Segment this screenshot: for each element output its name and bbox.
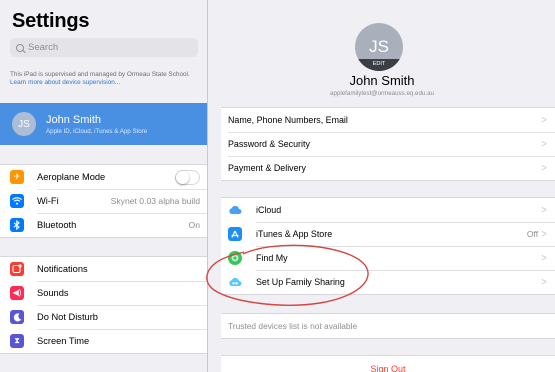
row-label: Password & Security [228, 139, 310, 149]
sidebar-item-screen-time[interactable]: ⧗ Screen Time [0, 329, 207, 353]
sidebar-item-notifications[interactable]: Notifications [0, 257, 207, 281]
account-name: John Smith [349, 73, 415, 88]
bluetooth-icon [10, 218, 24, 232]
sidebar-item-wifi[interactable]: Wi-Fi Skynet 0.03 alpha build [0, 189, 207, 213]
search-input[interactable]: Search [10, 38, 198, 57]
sidebar-item-label: Wi-Fi [37, 196, 59, 206]
trusted-devices-notice: Trusted devices list is not available [221, 313, 555, 339]
row-label: iCloud [256, 205, 282, 215]
search-icon [16, 43, 24, 52]
profile-subtitle: Apple ID, iCloud, iTunes & App Store [46, 127, 148, 135]
settings-sidebar: Settings Search This iPad is supervised … [0, 0, 208, 372]
wifi-network-value: Skynet 0.03 alpha build [110, 196, 200, 206]
sidebar-item-label: Bluetooth [37, 220, 77, 230]
moon-icon [10, 310, 24, 324]
chevron-right-icon: > [541, 228, 547, 240]
notifications-icon [10, 262, 24, 276]
cloud-icon [228, 203, 242, 217]
sidebar-item-bluetooth[interactable]: Bluetooth On [0, 213, 207, 237]
chevron-right-icon: > [541, 252, 547, 264]
account-email: applefamilytest@ormeauss.eq.edu.au [330, 90, 434, 97]
page-title: Settings [12, 10, 90, 32]
avatar: JS [12, 112, 36, 136]
hourglass-icon: ⧗ [10, 334, 24, 348]
sign-out-button[interactable]: Sign Out [221, 355, 555, 372]
row-label: Name, Phone Numbers, Email [228, 115, 348, 125]
edit-photo-label: EDIT [355, 59, 403, 71]
find-my-icon [228, 251, 242, 265]
profile-photo-initials: JS [369, 37, 389, 56]
wifi-icon [10, 194, 24, 208]
airplane-icon: ✈ [10, 170, 24, 184]
payment-delivery-row[interactable]: Payment & Delivery > [221, 156, 555, 180]
supervision-text: This iPad is supervised and managed by O… [10, 71, 190, 78]
row-label: Payment & Delivery [228, 163, 306, 173]
chevron-right-icon: > [541, 162, 547, 174]
connectivity-group: ✈ Aeroplane Mode Wi-Fi Skynet 0.03 alpha… [0, 164, 207, 238]
services-group: iCloud > iTunes & App Store Off > Find M… [221, 197, 555, 295]
app-store-icon [228, 227, 242, 241]
notifications-group: Notifications ◀) Sounds Do Not Disturb ⧗… [0, 256, 207, 354]
aeroplane-mode-toggle[interactable] [175, 169, 200, 185]
itunes-value: Off [526, 229, 539, 239]
sidebar-item-aeroplane-mode[interactable]: ✈ Aeroplane Mode [0, 165, 207, 189]
chevron-right-icon: > [541, 276, 547, 288]
sidebar-item-label: Aeroplane Mode [37, 172, 106, 182]
icloud-row[interactable]: iCloud > [221, 198, 555, 222]
name-phone-email-row[interactable]: Name, Phone Numbers, Email > [221, 108, 555, 132]
chevron-right-icon: > [541, 138, 547, 150]
sounds-icon: ◀) [10, 286, 24, 300]
profile-name: John Smith [46, 113, 102, 126]
row-label: iTunes & App Store [256, 229, 333, 239]
password-security-row[interactable]: Password & Security > [221, 132, 555, 156]
profile-photo[interactable]: JS EDIT [355, 23, 403, 71]
chevron-right-icon: > [541, 114, 547, 126]
chevron-right-icon: > [541, 204, 547, 216]
apple-id-profile-row[interactable]: JS John Smith Apple ID, iCloud, iTunes &… [0, 103, 207, 145]
family-sharing-icon [228, 275, 242, 289]
account-info-group: Name, Phone Numbers, Email > Password & … [221, 107, 555, 181]
sidebar-item-label: Do Not Disturb [37, 312, 98, 322]
row-label: Set Up Family Sharing [256, 277, 345, 287]
itunes-app-store-row[interactable]: iTunes & App Store Off > [221, 222, 555, 246]
find-my-row[interactable]: Find My > [221, 246, 555, 270]
sidebar-item-label: Sounds [37, 288, 69, 298]
supervision-learn-more-link[interactable]: Learn more about device supervision... [10, 79, 120, 86]
supervision-notice: This iPad is supervised and managed by O… [10, 71, 202, 87]
sidebar-item-do-not-disturb[interactable]: Do Not Disturb [0, 305, 207, 329]
sidebar-item-sounds[interactable]: ◀) Sounds [0, 281, 207, 305]
bluetooth-value: On [188, 220, 200, 230]
family-sharing-row[interactable]: Set Up Family Sharing > [221, 270, 555, 294]
search-placeholder: Search [28, 42, 59, 53]
sidebar-item-label: Notifications [37, 264, 88, 274]
apple-id-detail-pane: JS EDIT John Smith applefamilytest@ormea… [209, 0, 555, 372]
row-label: Find My [256, 253, 288, 263]
sidebar-item-label: Screen Time [37, 336, 90, 346]
